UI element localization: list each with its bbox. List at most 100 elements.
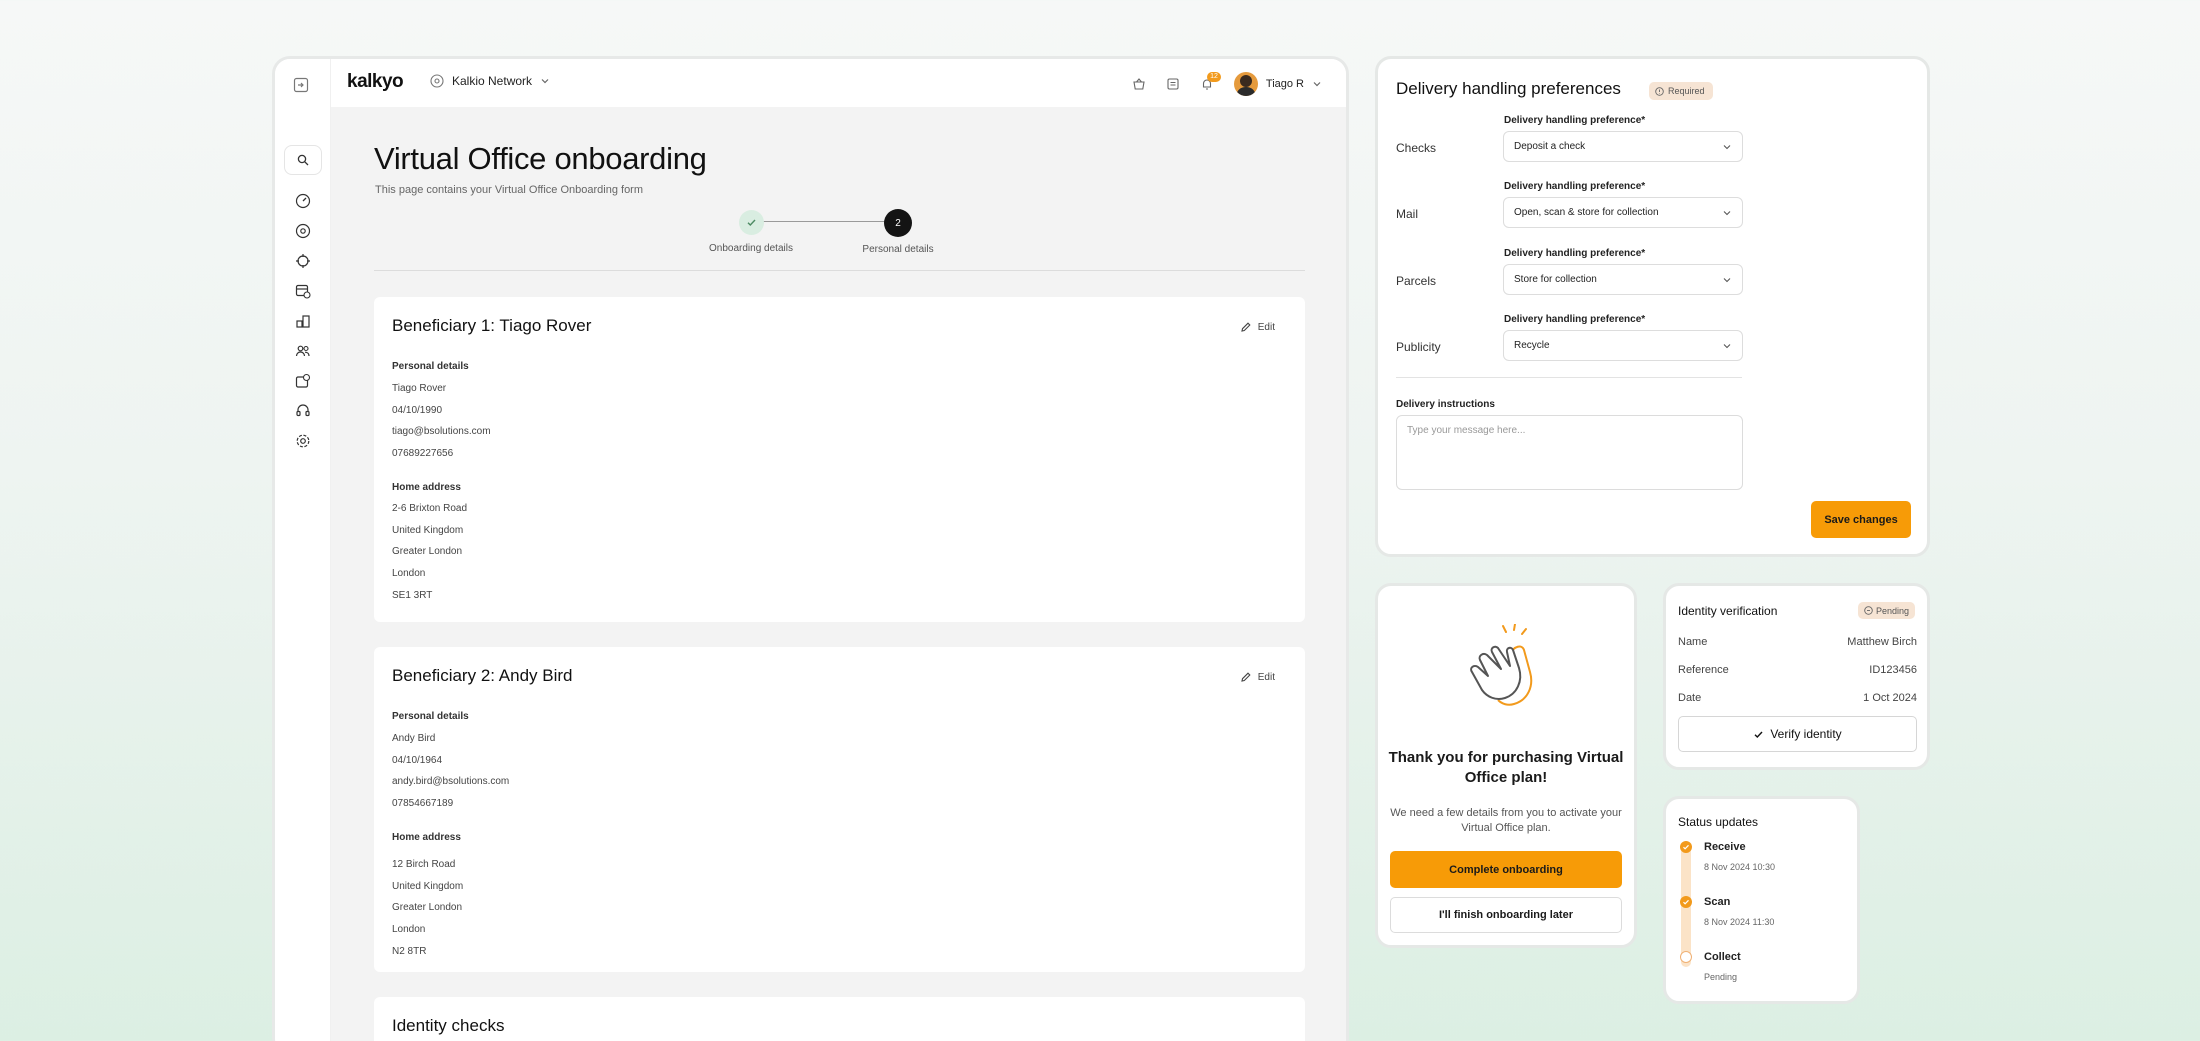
checks-select[interactable]: Deposit a check bbox=[1503, 131, 1743, 162]
address-line: London bbox=[392, 568, 426, 579]
page-subtitle: This page contains your Virtual Office O… bbox=[375, 184, 644, 196]
office-icon[interactable] bbox=[293, 311, 313, 330]
chevron-down-icon bbox=[1722, 275, 1732, 285]
beneficiary-title: Beneficiary 1: Tiago Rover bbox=[392, 316, 592, 335]
search-button[interactable] bbox=[284, 145, 322, 175]
target-icon[interactable] bbox=[293, 251, 313, 270]
beneficiary-title: Beneficiary 2: Andy Bird bbox=[392, 666, 573, 685]
publicity-select[interactable]: Recycle bbox=[1503, 330, 1743, 361]
pencil-icon bbox=[1240, 671, 1252, 683]
people-icon[interactable] bbox=[293, 341, 313, 360]
user-name: Tiago R bbox=[1265, 78, 1304, 90]
check-icon bbox=[746, 217, 757, 228]
stepper: 2 Onboarding details Personal details bbox=[701, 207, 951, 257]
support-icon[interactable] bbox=[293, 401, 313, 420]
step-label-personal: Personal details bbox=[862, 244, 934, 255]
beneficiary-card: Beneficiary 1: Tiago Rover Edit Personal… bbox=[374, 297, 1305, 622]
field-label: Delivery handling preference* bbox=[1504, 181, 1646, 192]
check-icon bbox=[1753, 729, 1764, 740]
address-line: United Kingdom bbox=[392, 881, 464, 892]
home-address-heading: Home address bbox=[392, 482, 461, 493]
mail-select[interactable]: Open, scan & store for collection bbox=[1503, 197, 1743, 228]
field-value: ID123456 bbox=[1869, 664, 1917, 676]
delivery-title: Delivery handling preferences bbox=[1396, 79, 1621, 98]
edit-button[interactable]: Edit bbox=[1240, 321, 1275, 333]
status-step-time: 8 Nov 2024 11:30 bbox=[1704, 917, 1775, 927]
onboarding-prompt-card: Thank you for purchasing Virtual Office … bbox=[1375, 583, 1637, 948]
main-content: Virtual Office onboarding This page cont… bbox=[331, 107, 1346, 1041]
sidebar-nav bbox=[293, 191, 313, 450]
verify-label: Verify identity bbox=[1770, 727, 1842, 741]
row-label: Parcels bbox=[1396, 274, 1437, 288]
basket-icon[interactable] bbox=[1132, 77, 1146, 91]
field-value: 1 Oct 2024 bbox=[1863, 692, 1917, 704]
address-line: 12 Birch Road bbox=[392, 859, 456, 870]
select-value: Deposit a check bbox=[1514, 141, 1586, 152]
address-line: United Kingdom bbox=[392, 525, 464, 536]
notifications-button[interactable]: 12 bbox=[1200, 72, 1221, 91]
address-line: Greater London bbox=[392, 902, 463, 913]
status-step-time: 8 Nov 2024 10:30 bbox=[1704, 862, 1776, 872]
address-line: London bbox=[392, 924, 426, 935]
field-label: Delivery handling preference* bbox=[1504, 115, 1646, 126]
field-key: Name bbox=[1678, 636, 1708, 648]
top-actions: 12 Tiago R bbox=[1132, 72, 1322, 96]
dashboard-icon[interactable] bbox=[293, 191, 313, 210]
collapse-sidebar-icon[interactable] bbox=[293, 77, 309, 93]
user-menu[interactable]: Tiago R bbox=[1233, 72, 1322, 96]
services-icon[interactable] bbox=[293, 371, 313, 390]
status-done-icon bbox=[1680, 841, 1692, 853]
identity-checks-card: Identity checks bbox=[374, 997, 1305, 1041]
step-onboarding-details[interactable] bbox=[739, 210, 764, 235]
detail-line: 07854667189 bbox=[392, 798, 454, 809]
status-title: Status updates bbox=[1678, 815, 1759, 829]
detail-line: 04/10/1964 bbox=[392, 755, 443, 766]
document-icon[interactable] bbox=[1166, 77, 1180, 91]
field-key: Date bbox=[1678, 692, 1702, 704]
edit-label: Edit bbox=[1257, 321, 1275, 333]
search-icon bbox=[297, 154, 309, 166]
home-address-heading: Home address bbox=[392, 832, 461, 843]
select-value: Open, scan & store for collection bbox=[1514, 207, 1659, 218]
field-label: Delivery handling preference* bbox=[1504, 248, 1646, 259]
status-done-icon bbox=[1680, 896, 1692, 908]
finish-later-button[interactable]: I'll finish onboarding later bbox=[1390, 897, 1622, 933]
address-line: N2 8TR bbox=[392, 946, 427, 957]
edit-button[interactable]: Edit bbox=[1240, 671, 1275, 683]
pencil-icon bbox=[1240, 321, 1252, 333]
notification-badge: 12 bbox=[1207, 72, 1221, 82]
clapping-hands-icon bbox=[1466, 624, 1548, 714]
network-icon bbox=[430, 74, 444, 88]
status-pending-icon bbox=[1680, 951, 1692, 963]
network-icon[interactable] bbox=[293, 221, 313, 240]
detail-line: tiago@bsolutions.com bbox=[392, 426, 491, 437]
field-value: Matthew Birch bbox=[1847, 636, 1917, 648]
chevron-down-icon bbox=[1722, 208, 1732, 218]
status-step-title: Receive bbox=[1704, 841, 1746, 853]
verify-identity-button[interactable]: Verify identity bbox=[1678, 716, 1917, 752]
step-label-onboarding: Onboarding details bbox=[709, 243, 793, 254]
personal-details-heading: Personal details bbox=[392, 361, 469, 372]
save-changes-button[interactable]: Save changes bbox=[1811, 501, 1911, 538]
required-badge: Required bbox=[1649, 82, 1713, 100]
chevron-down-icon bbox=[540, 76, 550, 86]
calendar-icon[interactable] bbox=[293, 281, 313, 300]
complete-onboarding-button[interactable]: Complete onboarding bbox=[1390, 851, 1622, 888]
parcels-select[interactable]: Store for collection bbox=[1503, 264, 1743, 295]
identity-verification-card: Identity verification Pending Name Matth… bbox=[1663, 583, 1930, 770]
select-value: Recycle bbox=[1514, 340, 1550, 351]
step-personal-details[interactable]: 2 bbox=[884, 209, 912, 237]
status-step-time: Pending bbox=[1704, 972, 1738, 982]
delivery-preferences-panel: Delivery handling preferences Required D… bbox=[1375, 56, 1930, 557]
detail-line: 07689227656 bbox=[392, 448, 454, 459]
delivery-instructions-input[interactable] bbox=[1396, 415, 1743, 490]
identity-field-row: Reference ID123456 bbox=[1678, 664, 1917, 676]
detail-line: 04/10/1990 bbox=[392, 405, 443, 416]
status-badge-label: Pending bbox=[1875, 605, 1909, 616]
gear-icon[interactable] bbox=[293, 431, 313, 450]
field-key: Reference bbox=[1678, 664, 1729, 676]
network-switcher[interactable]: Kalkio Network bbox=[430, 74, 550, 88]
detail-line: Andy Bird bbox=[392, 733, 436, 744]
identity-checks-title: Identity checks bbox=[392, 1016, 505, 1035]
info-icon bbox=[1655, 86, 1664, 96]
